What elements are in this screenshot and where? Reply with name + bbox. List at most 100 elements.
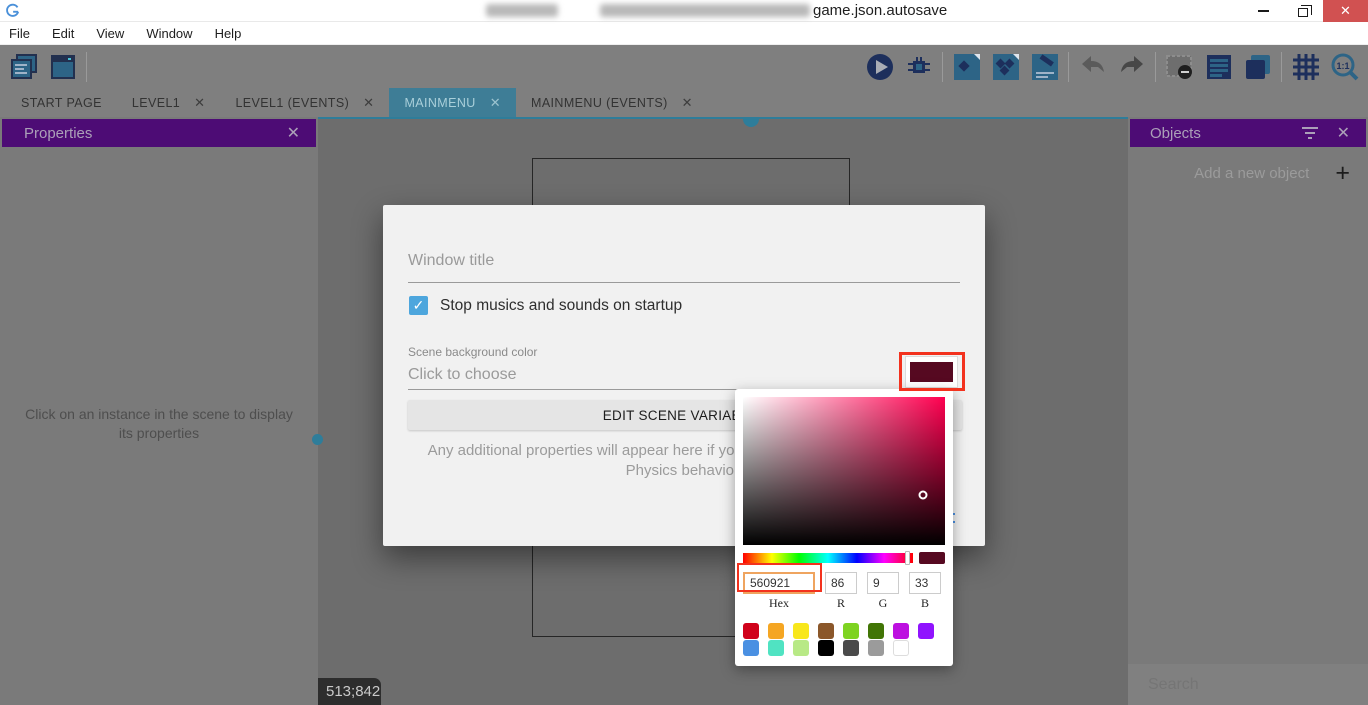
stop-music-checkbox[interactable]: ✓: [409, 296, 428, 315]
mask-icon: [1165, 52, 1195, 82]
preset-color-swatch[interactable]: [893, 640, 909, 656]
restore-button[interactable]: [1283, 0, 1323, 22]
green-input[interactable]: [867, 572, 899, 594]
tab-mainmenu[interactable]: MAINMENU ✕: [389, 88, 516, 117]
bg-color-field[interactable]: Click to choose: [408, 366, 517, 384]
menu-file[interactable]: File: [0, 22, 41, 44]
panel-resize-handle[interactable]: [743, 119, 759, 127]
preset-color-swatch[interactable]: [743, 623, 759, 639]
color-picker-popover: Hex R G B: [735, 389, 953, 666]
window-icon: [49, 53, 77, 81]
preset-color-swatch[interactable]: [843, 640, 859, 656]
tab-mainmenu-events[interactable]: MAINMENU (EVENTS) ✕: [516, 88, 708, 117]
window-title: game.json.autosave: [813, 2, 947, 19]
message-line: its properties: [0, 424, 318, 443]
start-page-button[interactable]: [47, 51, 78, 82]
panel-resize-handle[interactable]: [312, 434, 323, 445]
layers-button[interactable]: [1242, 51, 1273, 82]
tab-label: LEVEL1 (EVENTS): [235, 96, 349, 110]
edit-scene-button[interactable]: [1029, 51, 1060, 82]
toolbar: 1:1: [0, 45, 1368, 88]
grid-button[interactable]: [1290, 51, 1321, 82]
add-object-icon: [952, 52, 982, 82]
preset-color-swatch[interactable]: [768, 623, 784, 639]
search-bar: [1128, 664, 1368, 705]
close-icon[interactable]: ✕: [363, 95, 374, 111]
objects-panel: Objects ✕ Add a new object +: [1128, 117, 1368, 705]
close-icon[interactable]: ✕: [283, 123, 304, 143]
blue-input[interactable]: [909, 572, 941, 594]
toolbar-separator: [86, 52, 87, 82]
minimize-button[interactable]: [1243, 0, 1283, 22]
undo-icon: [1078, 52, 1108, 82]
preset-color-swatch[interactable]: [868, 640, 884, 656]
message-line: Click on an instance in the scene to dis…: [0, 405, 318, 424]
close-button[interactable]: ✕: [1323, 0, 1368, 22]
layers-icon: [1243, 52, 1273, 82]
hue-slider[interactable]: [743, 553, 913, 563]
hue-slider-handle[interactable]: [905, 551, 910, 565]
preset-color-swatch[interactable]: [818, 623, 834, 639]
debug-icon: [905, 53, 933, 81]
gdevelop-logo-icon: [5, 3, 20, 18]
add-object-row: Add a new object +: [1128, 149, 1368, 188]
close-icon[interactable]: ✕: [682, 95, 693, 111]
preset-color-swatch[interactable]: [743, 640, 759, 656]
preset-colors-row2: [743, 640, 945, 656]
zoom-one-to-one-button[interactable]: 1:1: [1329, 51, 1360, 82]
debug-button[interactable]: [903, 51, 934, 82]
panel-title: Objects: [1142, 125, 1301, 142]
preset-color-swatch[interactable]: [843, 623, 859, 639]
tab-level1-events[interactable]: LEVEL1 (EVENTS) ✕: [220, 88, 389, 117]
tab-bar: START PAGE LEVEL1 ✕ LEVEL1 (EVENTS) ✕ MA…: [0, 88, 1368, 117]
preset-color-swatch[interactable]: [793, 640, 809, 656]
preset-color-swatch[interactable]: [768, 640, 784, 656]
close-icon[interactable]: ✕: [194, 95, 205, 111]
stop-music-row: ✓ Stop musics and sounds on startup: [409, 296, 682, 315]
close-icon[interactable]: ✕: [490, 95, 501, 111]
search-input[interactable]: [1148, 676, 1355, 694]
menu-window[interactable]: Window: [135, 22, 203, 44]
add-object-button[interactable]: +: [1335, 159, 1354, 188]
tab-level1[interactable]: LEVEL1 ✕: [117, 88, 221, 117]
redo-icon: [1117, 52, 1147, 82]
preset-color-swatch[interactable]: [893, 623, 909, 639]
redacted-title-segment: [600, 4, 810, 17]
properties-panel: Properties ✕ Click on an instance in the…: [0, 117, 318, 705]
project-manager-button[interactable]: [8, 51, 39, 82]
menu-bar: File Edit View Window Help: [0, 22, 1368, 45]
tab-start-page[interactable]: START PAGE: [6, 88, 117, 117]
mask-toggle-button[interactable]: [1164, 51, 1195, 82]
tab-label: START PAGE: [21, 96, 102, 110]
preset-color-swatch[interactable]: [918, 623, 934, 639]
preset-color-swatch[interactable]: [818, 640, 834, 656]
red-label: R: [837, 596, 845, 611]
bg-color-label: Scene background color: [408, 345, 537, 359]
play-button[interactable]: [864, 51, 895, 82]
menu-view[interactable]: View: [85, 22, 135, 44]
restore-icon: [1298, 8, 1308, 17]
svg-text:1:1: 1:1: [1336, 61, 1349, 71]
undo-button[interactable]: [1077, 51, 1108, 82]
cursor-coordinates: 513;842: [318, 678, 381, 705]
window-title-field[interactable]: Window title: [408, 252, 494, 270]
menu-help[interactable]: Help: [204, 22, 253, 44]
redo-button[interactable]: [1116, 51, 1147, 82]
menu-edit[interactable]: Edit: [41, 22, 85, 44]
red-input[interactable]: [825, 572, 857, 594]
add-object-button[interactable]: [951, 51, 982, 82]
preset-color-swatch[interactable]: [868, 623, 884, 639]
instances-icon: [991, 52, 1021, 82]
current-color-swatch: [919, 552, 945, 564]
add-instances-button[interactable]: [990, 51, 1021, 82]
instances-list-button[interactable]: [1203, 51, 1234, 82]
filter-icon[interactable]: [1301, 127, 1319, 139]
close-icon[interactable]: ✕: [1333, 123, 1354, 143]
zoom-1-1-icon: 1:1: [1330, 52, 1360, 82]
application-window: game.json.autosave ✕ File Edit View Wind…: [0, 0, 1368, 705]
saturation-selector-ring[interactable]: [918, 490, 927, 499]
preset-color-swatch[interactable]: [793, 623, 809, 639]
tab-label: MAINMENU: [404, 96, 475, 110]
saturation-gradient[interactable]: [743, 397, 945, 545]
window-controls: ✕: [1243, 0, 1368, 22]
